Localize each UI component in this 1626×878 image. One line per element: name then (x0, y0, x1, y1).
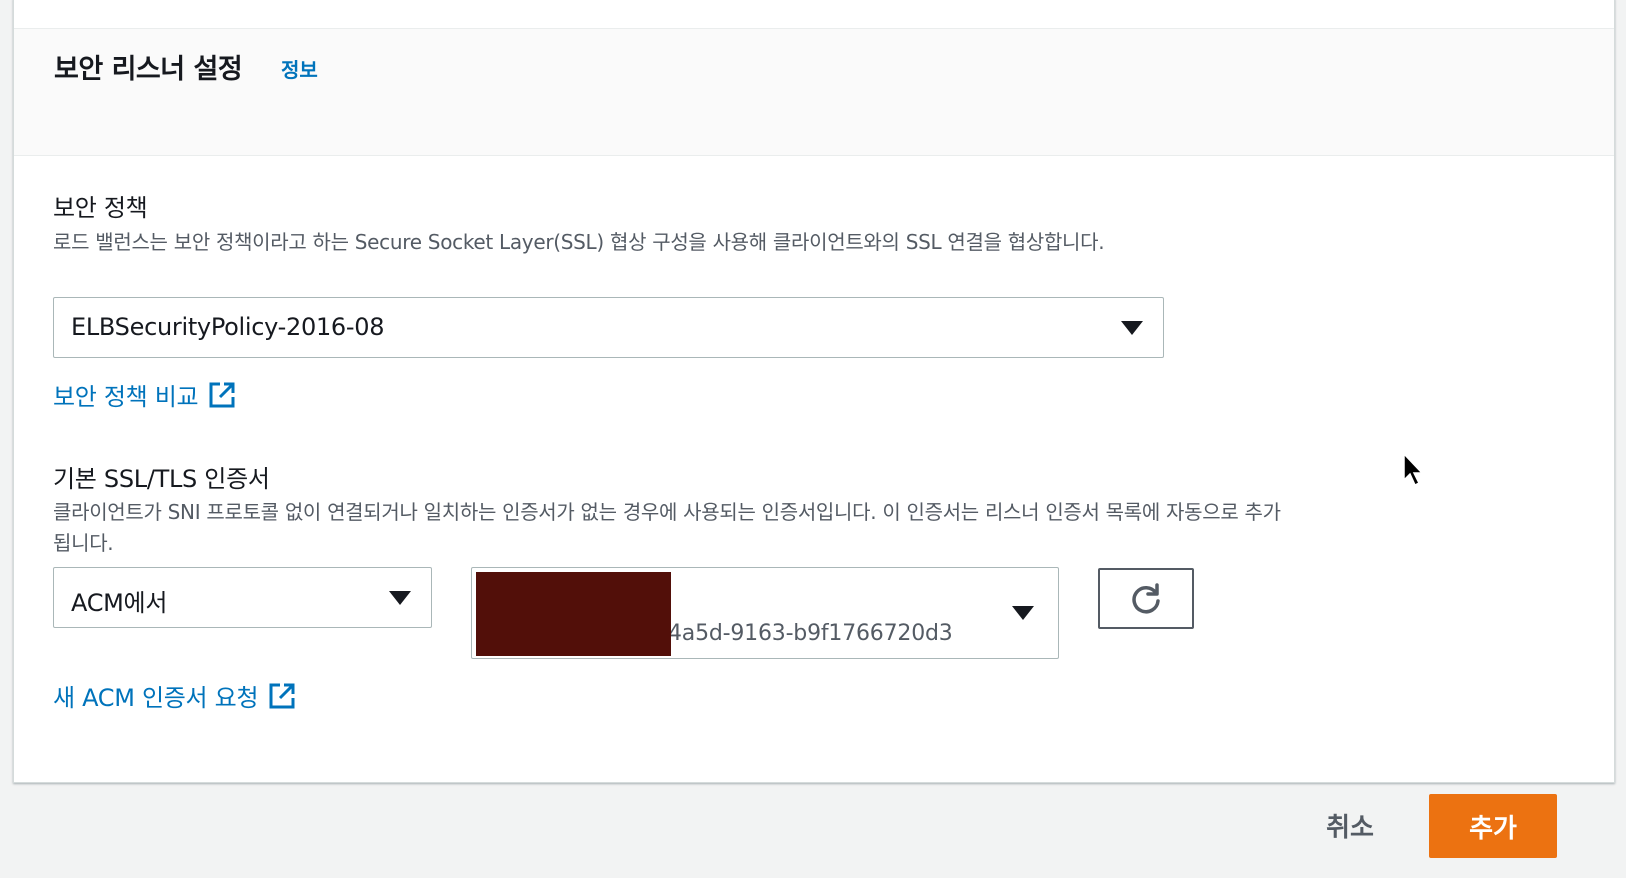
cancel-button[interactable]: 취소 (1310, 800, 1390, 850)
certificate-id: 4a5d-9163-b9f1766720d3 (668, 621, 953, 646)
refresh-button[interactable] (1098, 568, 1194, 629)
panel-title: 보안 리스너 설정 (54, 54, 243, 85)
panel-header (14, 28, 1614, 156)
caret-down-icon (389, 591, 411, 605)
security-policy-label: 보안 정책 (53, 194, 148, 222)
compare-policies-label: 보안 정책 비교 (53, 383, 199, 411)
redaction-block (476, 572, 671, 656)
certificate-label: 기본 SSL/TLS 인증서 (53, 465, 270, 493)
external-link-icon (209, 382, 235, 407)
caret-down-icon (1012, 606, 1034, 620)
compare-policies-link[interactable]: 보안 정책 비교 (53, 377, 236, 412)
caret-down-icon (1121, 321, 1143, 335)
certificate-select[interactable]: 4a5d-9163-b9f1766720d3 (471, 567, 1059, 659)
security-policy-value: ELBSecurityPolicy-2016-08 (71, 313, 385, 341)
certificate-source-select[interactable]: ACM에서 (53, 567, 432, 628)
external-link-icon (269, 683, 295, 708)
certificate-description: 클라이언트가 SNI 프로토콜 없이 연결되거나 일치하는 인증서가 없는 경우… (53, 500, 1281, 555)
security-policy-select[interactable]: ELBSecurityPolicy-2016-08 (53, 297, 1164, 358)
refresh-icon (1132, 582, 1160, 613)
request-acm-certificate-link[interactable]: 새 ACM 인증서 요청 (53, 678, 296, 713)
add-button[interactable]: 추가 (1429, 794, 1557, 858)
request-acm-certificate-label: 새 ACM 인증서 요청 (53, 684, 259, 712)
secure-listener-panel: 보안 리스너 설정 정보 보안 정책 로드 밸런스는 보안 정책이라고 하는 S… (13, 0, 1615, 783)
security-policy-description: 로드 밸런스는 보안 정책이라고 하는 Secure Socket Layer(… (53, 230, 1105, 254)
mouse-cursor-icon (1403, 452, 1424, 487)
certificate-source-value: ACM에서 (71, 589, 168, 617)
info-link[interactable]: 정보 (281, 54, 318, 83)
